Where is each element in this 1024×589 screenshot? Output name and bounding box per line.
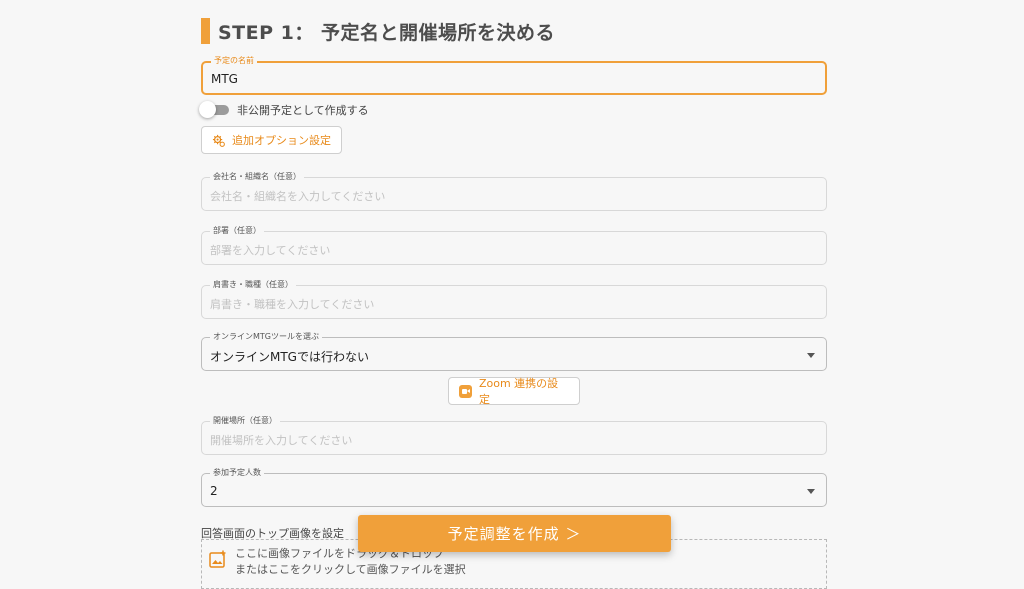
attendees-select[interactable]: 参加予定人数 2	[201, 467, 827, 507]
step-title: STEP 1： 予定名と開催場所を決める	[218, 21, 555, 44]
venue-field[interactable]: 開催場所（任意） 開催場所を入力してください	[201, 415, 827, 455]
dropzone-click-text: またはここをクリックして画像ファイルを選択	[235, 563, 466, 576]
chevron-down-icon	[807, 489, 815, 494]
private-toggle-knob[interactable]	[199, 101, 216, 118]
video-camera-icon	[459, 384, 472, 398]
event-name-label: 予定の名前	[211, 55, 257, 67]
zoom-settings-label: Zoom 連携の設定	[478, 377, 559, 406]
venue-label: 開催場所（任意）	[210, 415, 280, 427]
online-tool-label: オンラインMTGツールを選ぶ	[210, 331, 322, 343]
private-toggle-row[interactable]: 非公開予定として作成する	[199, 101, 369, 118]
attendees-value: 2	[210, 484, 218, 498]
gear-settings-icon	[212, 134, 225, 147]
zoom-settings-button[interactable]: Zoom 連携の設定	[448, 377, 580, 406]
private-toggle-label: 非公開予定として作成する	[237, 104, 369, 117]
department-placeholder: 部署を入力してください	[210, 244, 331, 257]
department-field[interactable]: 部署（任意） 部署を入力してください	[201, 225, 827, 265]
create-schedule-button[interactable]: 予定調整を作成 ＞	[358, 515, 671, 552]
attendees-label: 参加予定人数	[210, 467, 264, 479]
event-name-field[interactable]: 予定の名前 MTG	[201, 55, 827, 95]
online-tool-select[interactable]: オンラインMTGツールを選ぶ オンラインMTGでは行わない	[201, 331, 827, 371]
company-placeholder: 会社名・組織名を入力してください	[210, 190, 386, 203]
step-accent-bar	[201, 18, 210, 44]
online-tool-value: オンラインMTGでは行わない	[210, 350, 369, 364]
job-title-field[interactable]: 肩書き・職種（任意） 肩書き・職種を入力してください	[201, 279, 827, 319]
venue-placeholder: 開催場所を入力してください	[210, 434, 353, 447]
job-title-placeholder: 肩書き・職種を入力してください	[210, 298, 375, 311]
create-schedule-label: 予定調整を作成 ＞	[447, 525, 582, 543]
company-label: 会社名・組織名（任意）	[210, 171, 304, 183]
add-image-icon	[209, 550, 226, 568]
private-toggle[interactable]	[199, 101, 229, 118]
chevron-down-icon	[807, 353, 815, 358]
option-settings-button[interactable]: 追加オプション設定	[201, 126, 342, 154]
step-heading: STEP 1： 予定名と開催場所を決める	[201, 18, 555, 44]
company-field[interactable]: 会社名・組織名（任意） 会社名・組織名を入力してください	[201, 171, 827, 211]
option-settings-label: 追加オプション設定	[232, 134, 331, 147]
event-name-value[interactable]: MTG	[211, 72, 238, 86]
job-title-label: 肩書き・職種（任意）	[210, 279, 296, 291]
department-label: 部署（任意）	[210, 225, 264, 237]
